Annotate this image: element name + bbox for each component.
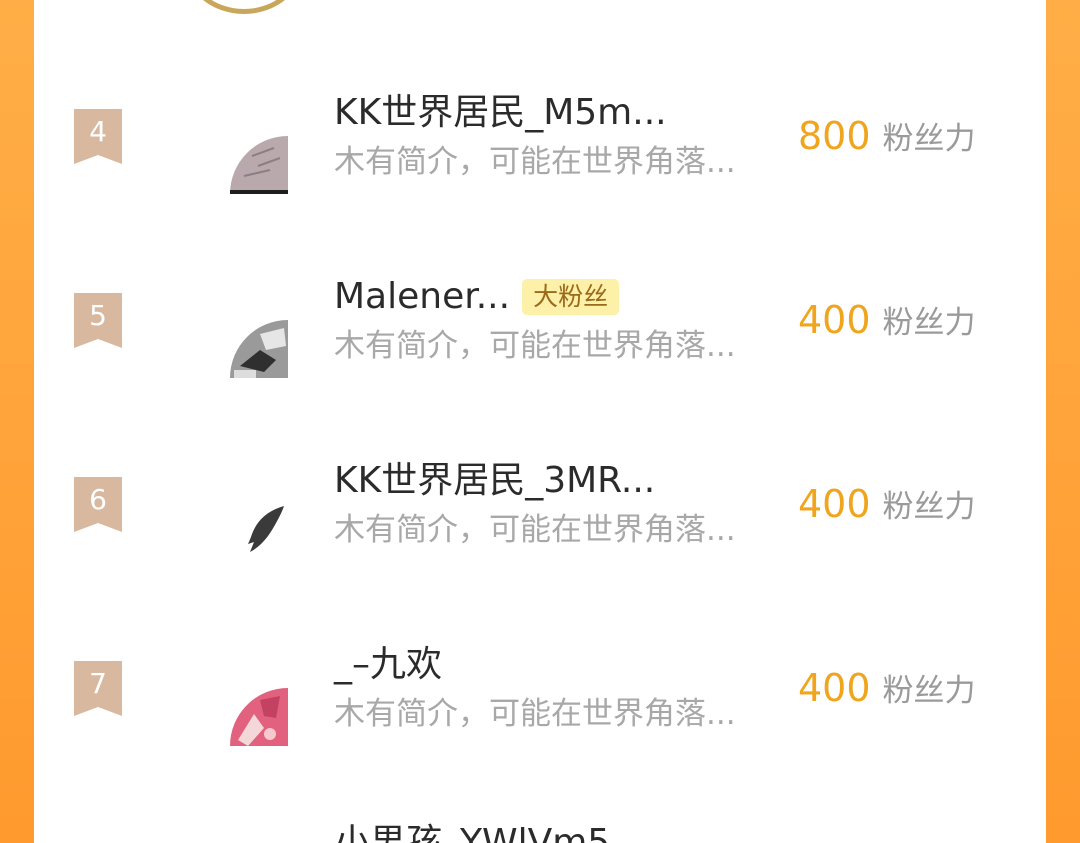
fan-power-unit: 粉丝力 [882, 121, 976, 157]
name-line: KK世界居民_M5m... [334, 88, 667, 138]
avatar[interactable] [230, 136, 288, 194]
rank-number: 5 [89, 299, 107, 332]
fan-power: 400 粉丝力 [798, 295, 976, 345]
user-name[interactable]: Malener... [334, 272, 510, 322]
ranking-row[interactable]: 7 _–九欢 木有简介，可能在世界角落... 400 粉丝力 [34, 630, 1046, 780]
rank-badge: 6 [72, 477, 124, 532]
user-description: 木有简介，可能在世界角落... [334, 144, 736, 180]
fan-power: 400 粉丝力 [798, 663, 976, 713]
fan-power-value: 400 [798, 298, 871, 342]
rank-badge: 7 [72, 661, 124, 716]
left-orange-border [0, 0, 34, 843]
anime-avatar-icon [230, 688, 288, 746]
fan-power-unit: 粉丝力 [882, 305, 976, 341]
user-name[interactable]: KK世界居民_3MR... [334, 456, 655, 506]
fan-power-value: 400 [798, 666, 871, 710]
name-line: KK世界居民_3MR... [334, 456, 655, 506]
rank-number: 7 [89, 667, 107, 700]
top-avatar-ring [184, 0, 304, 14]
fan-power-unit: 粉丝力 [882, 673, 976, 709]
rank-badge: 5 [72, 293, 124, 348]
avatar[interactable] [230, 688, 288, 746]
avatar[interactable] [230, 320, 288, 378]
name-line: _–九欢 [334, 640, 442, 690]
photo-avatar-icon [230, 136, 288, 194]
fan-ranking-panel: 4 KK世界居民_M5m... 木有简介，可能在世界角落... 800 粉丝力 [34, 0, 1046, 843]
user-name[interactable]: _–九欢 [334, 640, 442, 690]
fan-power-value: 800 [798, 114, 871, 158]
big-fan-badge: 大粉丝 [522, 279, 620, 315]
partial-user-name[interactable]: 小男孩_YWlVm5... [334, 818, 645, 843]
fan-power: 400 粉丝力 [798, 479, 976, 529]
user-description: 木有简介，可能在世界角落... [334, 328, 736, 364]
fan-power-unit: 粉丝力 [882, 489, 976, 525]
rank-number: 6 [89, 483, 107, 516]
rank-badge: 4 [72, 109, 124, 164]
user-name[interactable]: KK世界居民_M5m... [334, 88, 667, 138]
ranking-row[interactable]: 6 KK世界居民_3MR... 木有简介，可能在世界角落... 400 粉丝力 [34, 446, 1046, 596]
avatar[interactable] [230, 504, 288, 562]
user-description: 木有简介，可能在世界角落... [334, 696, 736, 732]
name-line: Malener... 大粉丝 [334, 272, 620, 322]
ranking-row[interactable]: 5 Malener... 大粉丝 木有简介，可能在世界角落... 400 粉丝力 [34, 262, 1046, 412]
user-description: 木有简介，可能在世界角落... [334, 512, 736, 548]
fan-power: 800 粉丝力 [798, 111, 976, 161]
rank-number: 4 [89, 115, 107, 148]
fan-power-value: 400 [798, 482, 871, 526]
fish-avatar-icon [248, 506, 284, 552]
photo-avatar-icon [230, 320, 288, 378]
ranking-row[interactable]: 4 KK世界居民_M5m... 木有简介，可能在世界角落... 800 粉丝力 [34, 78, 1046, 228]
right-orange-border [1046, 0, 1080, 843]
